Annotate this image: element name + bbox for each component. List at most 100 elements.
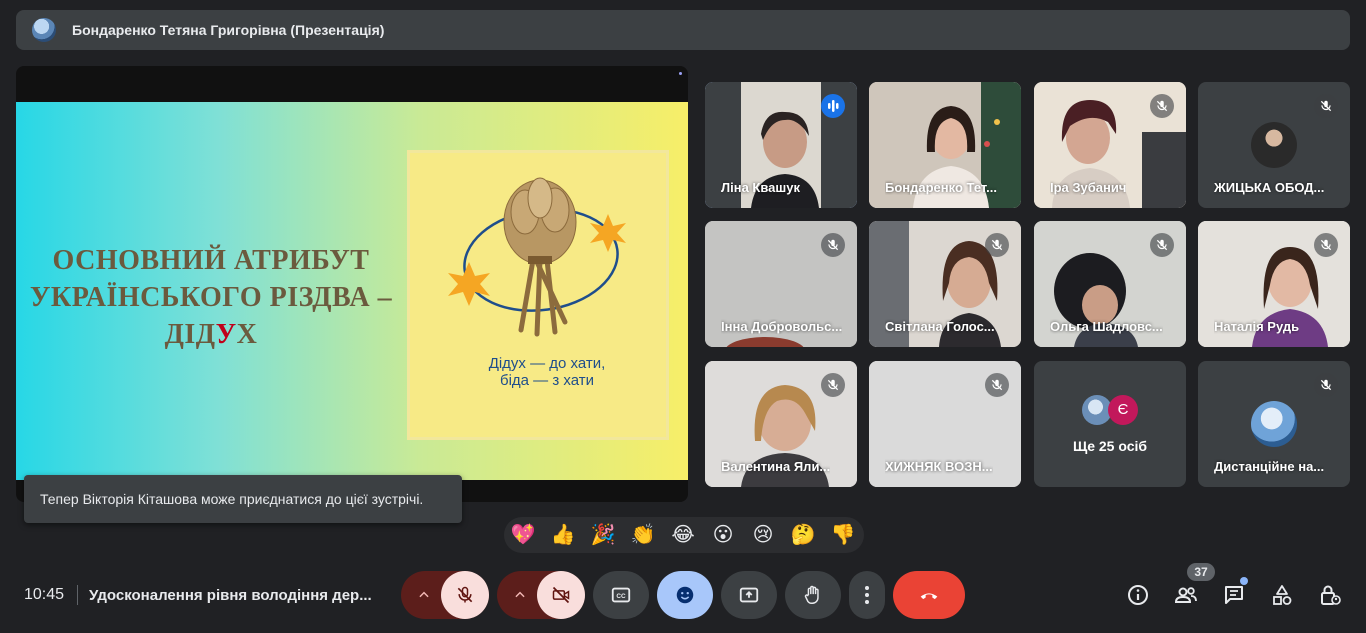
presenter-avatar [32,18,56,42]
reaction-thumbs-up[interactable]: 👍 [549,521,577,549]
participant-name: Бондаренко Тет... [885,180,997,195]
mic-off-icon [821,373,845,397]
slide-heading-line1: ОСНОВНИЙ АТРИБУТ [52,245,370,276]
mic-off-icon [1150,94,1174,118]
slide-quote-line1: Дідух — до хати, [488,355,606,372]
slide-heading-accent: У [215,319,237,350]
participant-name: ХИЖНЯК ВОЗН... [885,459,993,474]
captions-button[interactable]: CC [593,571,649,619]
more-vert-icon [865,586,869,604]
captions-icon: CC [611,587,631,603]
lock-person-icon [1321,585,1341,605]
chevron-up-icon[interactable] [417,588,431,602]
participant-name: Ліна Квашук [721,180,800,195]
presentation-indicator [679,72,682,75]
unread-dot [1240,577,1248,585]
meeting-title: Удосконалення рівня володіння дер... [89,587,372,604]
participant-tile[interactable]: Іра Зубанич [1034,82,1186,208]
participant-tile[interactable]: ЖИЦЬКА ОБОД... [1198,82,1350,208]
more-options-button[interactable] [849,571,885,619]
participant-name: Світлана Голос... [885,319,995,334]
slide-heading-line3: ДІДУХ [16,316,406,353]
participant-name: Іра Зубанич [1050,180,1127,195]
mic-control-group [401,571,489,619]
slide-heading-part: Х [236,319,258,350]
chevron-up-icon[interactable] [513,588,527,602]
meeting-details-button[interactable] [1114,571,1162,619]
raise-hand-button[interactable] [785,571,841,619]
mic-off-icon [985,373,1009,397]
speaking-indicator-icon [821,94,845,118]
leave-call-button[interactable] [893,571,965,619]
svg-text:CC: CC [616,593,626,600]
mic-off-icon [1314,373,1338,397]
slide-heading-line2: УКРАЇНСЬКОГО РІЗДВА – [29,282,393,313]
participant-name: ЖИЦЬКА ОБОД... [1214,180,1325,195]
chat-icon [1225,586,1243,604]
present-screen-icon [739,587,759,603]
slide-quote-line2: біда — з хати [500,372,594,389]
participant-avatar-letter: Є [1108,395,1138,425]
participant-avatar [1251,401,1297,447]
slide-heading: ОСНОВНИЙ АТРИБУТ УКРАЇНСЬКОГО РІЗДВА – Д… [16,242,406,353]
camera-off-icon [552,586,570,604]
slide-quote: Дідух — до хати, біда — з хати [447,355,647,389]
presentation-stage[interactable]: ОСНОВНИЙ АТРИБУТ УКРАЇНСЬКОГО РІЗДВА – Д… [16,66,688,502]
presenter-title: Бондаренко Тетяна Григорівна (Презентаці… [72,22,385,38]
slide-image-card: Дідух — до хати, біда — з хати [407,150,669,440]
participant-tile[interactable]: Ліна Квашук [705,82,857,208]
info-icon [1128,585,1148,605]
participant-tile[interactable]: Валентина Яли... [705,361,857,487]
participant-tile[interactable]: Світлана Голос... [869,221,1021,347]
mic-off-icon [1314,233,1338,257]
participant-name: Наталія Рудь [1214,319,1300,334]
chat-button[interactable] [1210,571,1258,619]
reactions-button[interactable] [657,571,713,619]
reaction-thinking[interactable]: 🤔 [789,521,817,549]
participant-tile[interactable]: Ольга Шадловс... [1034,221,1186,347]
mic-off-icon [1314,94,1338,118]
reaction-thumbs-down[interactable]: 👎 [829,521,857,549]
didukh-illustration [448,177,626,337]
people-icon [1174,587,1197,603]
reaction-sad[interactable]: 😢 [749,521,777,549]
participant-name: Інна Добровольс... [721,319,843,334]
camera-control-group [497,571,585,619]
reaction-clap[interactable]: 👏 [629,521,657,549]
presenter-bar: Бондаренко Тетяна Григорівна (Презентаці… [16,10,1350,50]
hand-icon [804,585,819,604]
slide-heading-part: ДІД [164,319,216,350]
notification-toast: Тепер Вікторія Кіташова може приєднатися… [24,475,462,523]
present-button[interactable] [721,571,777,619]
participant-avatar [1251,122,1297,168]
toast-message: Тепер Вікторія Кіташова може приєднатися… [40,491,424,507]
end-call-icon [920,593,938,600]
host-controls-button[interactable] [1306,571,1354,619]
participant-tile[interactable]: Бондаренко Тет... [869,82,1021,208]
reactions-bar: 💖 👍 🎉 👏 😂 😮 😢 🤔 👎 [504,517,864,553]
participant-tile[interactable]: ХИЖНЯК ВОЗН... [869,361,1021,487]
participant-tile[interactable]: Наталія Рудь [1198,221,1350,347]
reaction-surprised[interactable]: 😮 [709,521,737,549]
reaction-sparkling-heart[interactable]: 💖 [509,521,537,549]
mic-off-icon [821,233,845,257]
mic-off-icon [985,233,1009,257]
divider [77,585,78,605]
emoji-icon [676,586,694,604]
presentation-slide: ОСНОВНИЙ АТРИБУТ УКРАЇНСЬКОГО РІЗДВА – Д… [16,102,688,480]
camera-toggle-button[interactable] [537,571,585,619]
participant-tile[interactable]: Інна Добровольс... [705,221,857,347]
reaction-party[interactable]: 🎉 [589,521,617,549]
mic-off-icon [457,586,473,603]
participant-name: Валентина Яли... [721,459,831,474]
activities-button[interactable] [1258,571,1306,619]
mic-toggle-button[interactable] [441,571,489,619]
reaction-laugh[interactable]: 😂 [669,521,697,549]
mic-off-icon [1150,233,1174,257]
clock: 10:45 [24,586,65,603]
people-count-badge: 37 [1187,563,1215,581]
participant-tile[interactable]: Дистанційне на... [1198,361,1350,487]
more-participants-tile[interactable]: Є Ще 25 осіб [1034,361,1186,487]
more-participants-label: Ще 25 осіб [1072,438,1148,454]
participant-name: Дистанційне на... [1214,459,1325,474]
